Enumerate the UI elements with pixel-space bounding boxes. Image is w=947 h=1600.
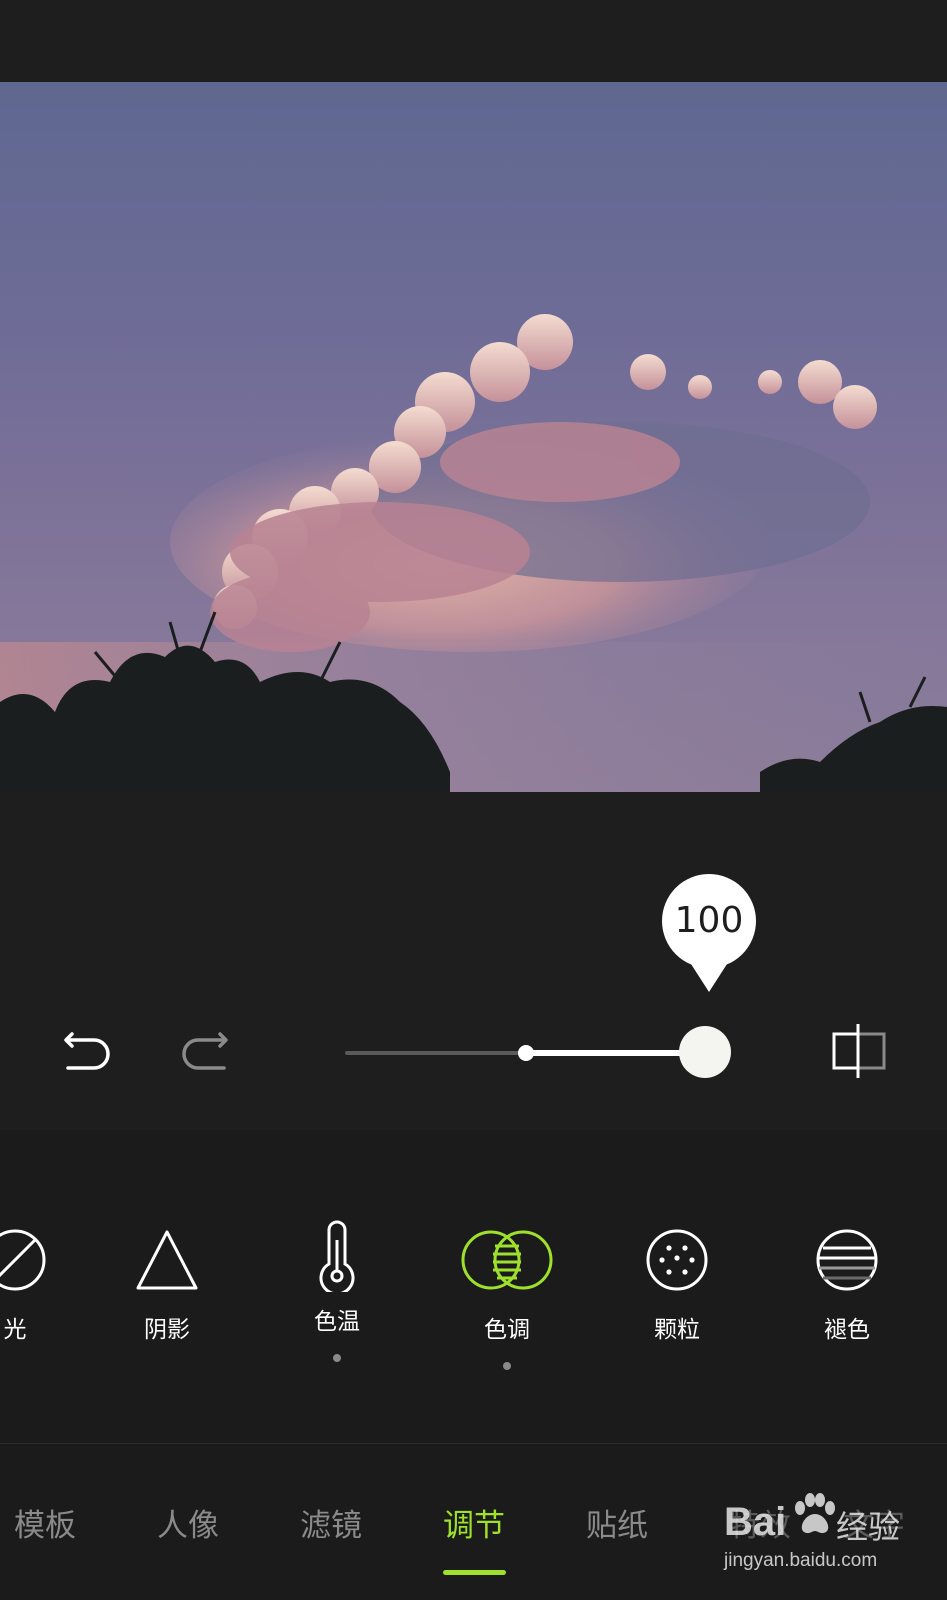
tool-tone[interactable]: 色调	[447, 1228, 567, 1370]
paw-icon	[795, 1493, 835, 1534]
grain-dots-icon	[646, 1229, 708, 1291]
undo-icon[interactable]	[62, 1028, 114, 1080]
tool-grain[interactable]: 颗粒	[617, 1228, 737, 1344]
overlap-circles-icon	[461, 1230, 553, 1290]
triangle-icon	[136, 1230, 198, 1290]
tool-temperature[interactable]: 色温	[277, 1220, 397, 1362]
adjust-panel	[0, 792, 947, 1130]
watermark-url: jingyan.baidu.com	[724, 1550, 878, 1571]
baidu-watermark: Bai 经验 jingyan.baidu.com	[724, 1493, 934, 1576]
modified-dot	[503, 1362, 511, 1370]
tab-template[interactable]: 模板	[0, 1500, 105, 1545]
slider-origin-marker	[518, 1045, 534, 1061]
sky-clouds-photo	[0, 314, 947, 792]
watermark-brand: Bai	[724, 1500, 787, 1544]
tool-fade[interactable]: 褪色	[787, 1228, 907, 1344]
tool-highlight[interactable]: 光	[0, 1228, 75, 1344]
tool-label: 光	[3, 1317, 27, 1343]
fade-stripes-icon	[816, 1229, 878, 1291]
tool-label: 色调	[484, 1317, 530, 1343]
tab-filter[interactable]: 滤镜	[271, 1500, 391, 1545]
status-bar-area	[0, 0, 947, 82]
tool-label: 褪色	[824, 1317, 870, 1343]
tool-label: 阴影	[144, 1317, 190, 1343]
active-tab-indicator	[443, 1570, 506, 1575]
tab-portrait[interactable]: 人像	[128, 1500, 248, 1545]
tool-shadow[interactable]: 阴影	[107, 1228, 227, 1344]
tool-label: 颗粒	[654, 1317, 700, 1343]
modified-dot	[333, 1354, 341, 1362]
watermark-cn: 经验	[836, 1508, 901, 1546]
photo-preview[interactable]	[0, 82, 947, 792]
redo-icon[interactable]	[178, 1028, 230, 1080]
tab-sticker[interactable]: 贴纸	[557, 1500, 677, 1545]
compare-icon[interactable]	[830, 1022, 890, 1086]
tool-label: 色温	[314, 1309, 360, 1335]
value-label: 100	[674, 900, 744, 941]
slider-thumb[interactable]	[679, 1026, 731, 1078]
tab-adjust[interactable]: 调节	[414, 1500, 534, 1545]
thermometer-icon	[319, 1220, 355, 1292]
light-icon	[0, 1229, 46, 1291]
